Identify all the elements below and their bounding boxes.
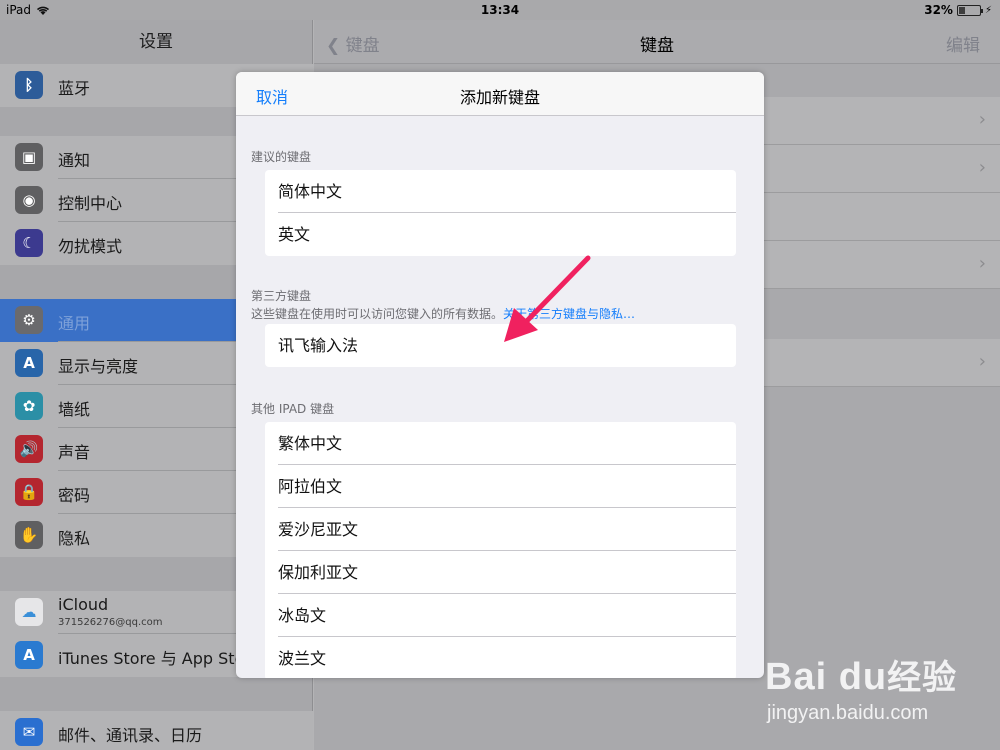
mail-icon: ✉ <box>15 718 43 746</box>
sidebar-title: 设置 <box>139 32 173 52</box>
bluetooth-icon: ᛒ <box>15 71 43 99</box>
watermark-url: jingyan.baidu.com <box>767 702 929 724</box>
sidebar-item-label: 声音 <box>58 443 91 462</box>
battery-level <box>958 6 965 14</box>
sidebar-item-label: 通用 <box>58 314 91 333</box>
watermark-brand-cn: 经验 <box>887 659 958 697</box>
keyboard-item[interactable]: 爱沙尼亚文 <box>265 508 736 551</box>
status-bar: iPad 13:34 32% ⚡ <box>0 0 1000 20</box>
keyboard-item[interactable]: 阿拉伯文 <box>265 465 736 508</box>
charging-icon: ⚡ <box>984 4 992 16</box>
other-keyboards-list: 繁体中文 阿拉伯文 爱沙尼亚文 保加利亚文 冰岛文 波兰文 <box>265 422 736 678</box>
sidebar-item-label: 勿扰模式 <box>58 237 123 256</box>
detail-row[interactable]: › <box>764 339 1000 387</box>
sidebar-item[interactable]: ✉ 邮件、通讯录、日历 <box>0 711 313 750</box>
sidebar-item-label: 隐私 <box>58 529 91 548</box>
detail-title: 键盘 <box>640 36 674 56</box>
sidebar-item-label: 控制中心 <box>58 194 123 213</box>
baidu-watermark: Bai du经验 jingyan.baidu.com <box>765 640 995 730</box>
sidebar-item-label: iTunes Store 与 App Sto <box>58 649 245 668</box>
add-keyboard-modal: 取消 添加新键盘 建议的键盘 简体中文 英文 第三方键盘 这些键盘在使用时可以访… <box>236 72 764 678</box>
sidebar-item-label: 密码 <box>58 486 91 505</box>
keyboard-item[interactable]: 简体中文 <box>265 170 736 213</box>
annotation-arrow-icon <box>504 255 591 342</box>
sidebar-item-label: iCloud <box>58 595 109 614</box>
privacy-note-text: 这些键盘在使用时可以访问您键入的所有数据。 <box>251 307 504 321</box>
icloud-icon: ☁ <box>15 598 43 626</box>
sidebar-item-label: 墙纸 <box>58 400 91 419</box>
baidu-logo: Bai du经验 <box>765 650 957 699</box>
chevron-right-icon: › <box>978 157 986 178</box>
detail-row[interactable] <box>764 193 1000 241</box>
keyboard-item[interactable]: 波兰文 <box>265 637 736 678</box>
hand-icon: ✋ <box>15 521 43 549</box>
notifications-icon: ▣ <box>15 143 43 171</box>
battery-icon <box>956 4 983 16</box>
sidebar-item-sublabel: 371526276@qq.com <box>58 617 163 628</box>
moon-icon: ☾ <box>15 229 43 257</box>
chevron-right-icon: › <box>978 109 986 130</box>
detail-navbar: ❮ 键盘 键盘 编辑 <box>314 20 1000 64</box>
keyboard-item[interactable]: 保加利亚文 <box>265 551 736 594</box>
sidebar-item-label: 显示与亮度 <box>58 357 139 376</box>
wallpaper-icon: ✿ <box>15 392 43 420</box>
chevron-right-icon: › <box>978 351 986 372</box>
detail-row[interactable]: › <box>764 241 1000 289</box>
detail-row[interactable]: › <box>764 145 1000 193</box>
modal-title: 添加新键盘 <box>459 88 540 107</box>
third-party-header: 第三方键盘 <box>251 289 312 303</box>
sidebar-item-label: 邮件、通讯录、日历 <box>58 726 203 745</box>
lock-icon: 🔒 <box>15 478 43 506</box>
detail-row[interactable]: › <box>764 97 1000 145</box>
app-store-icon: A <box>15 641 43 669</box>
sidebar-item-label: 蓝牙 <box>58 79 91 98</box>
keyboard-item[interactable]: 繁体中文 <box>265 422 736 465</box>
watermark-brand: Bai du <box>765 656 888 698</box>
keyboard-item[interactable]: 冰岛文 <box>265 594 736 637</box>
battery-percent: 32% <box>924 3 953 17</box>
sound-icon: 🔊 <box>15 435 43 463</box>
chevron-right-icon: › <box>978 253 986 274</box>
other-keyboards-header: 其他 IPAD 键盘 <box>251 402 335 416</box>
edit-button[interactable]: 编辑 <box>946 31 980 56</box>
gear-icon: ⚙ <box>15 306 43 334</box>
sidebar-item-label: 通知 <box>58 151 91 170</box>
clock: 13:34 <box>480 3 520 17</box>
display-icon: A <box>15 349 43 377</box>
control-center-icon: ◉ <box>15 186 43 214</box>
modal-header: 取消 添加新键盘 <box>236 72 764 116</box>
suggested-header: 建议的键盘 <box>251 150 312 164</box>
suggested-keyboards-list: 简体中文 英文 <box>265 170 736 256</box>
